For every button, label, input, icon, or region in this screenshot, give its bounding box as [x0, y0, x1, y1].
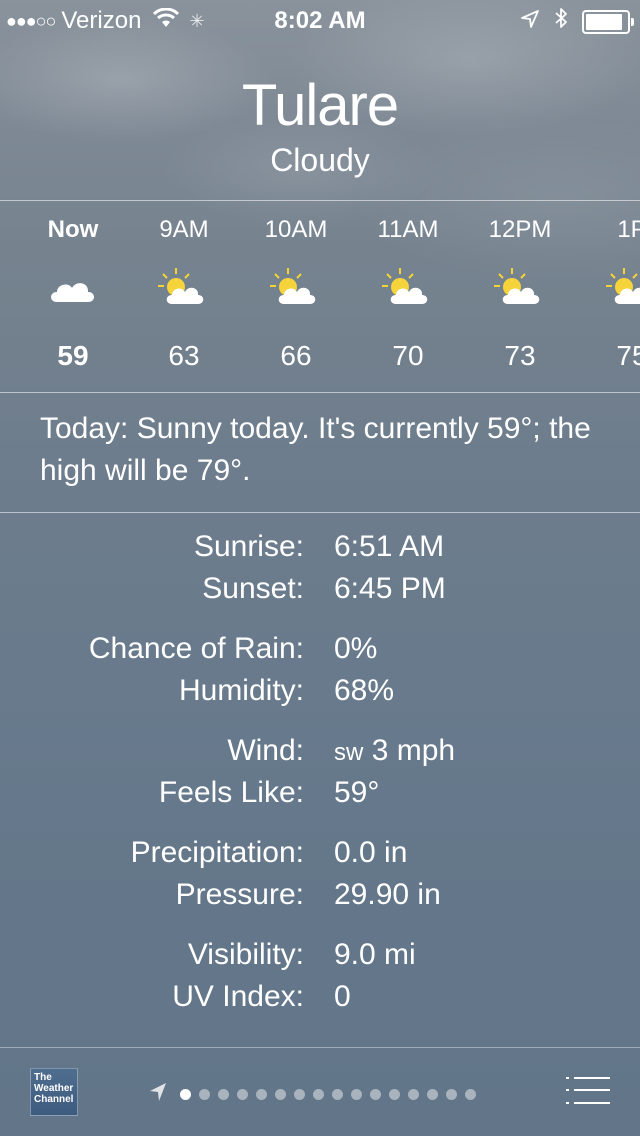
partly-sunny-icon [268, 266, 324, 310]
page-dot[interactable] [351, 1089, 362, 1100]
detail-label: Precipitation: [130, 836, 304, 869]
detail-label: Wind: [227, 734, 304, 767]
hour-temp: 70 [392, 340, 424, 371]
weather-channel-logo-button[interactable]: The Weather Channel [30, 1068, 78, 1116]
detail-value: sw 3 mph [334, 734, 455, 768]
bluetooth-icon [554, 6, 568, 37]
detail-value: 6:51 AM [334, 530, 445, 563]
partly-sunny-icon [380, 266, 436, 310]
page-dot[interactable] [332, 1089, 343, 1100]
detail-row-wind: Wind: sw 3 mph [0, 734, 640, 776]
page-dot[interactable] [370, 1089, 381, 1100]
detail-label: Pressure: [175, 878, 304, 911]
detail-value: 68% [334, 674, 395, 707]
page-dot[interactable] [199, 1089, 210, 1100]
page-dot[interactable] [256, 1089, 267, 1100]
hour-label: 10AM [264, 216, 328, 243]
page-dot[interactable] [218, 1089, 229, 1100]
city-list-icon[interactable] [566, 1076, 610, 1106]
detail-row-sunset: Sunset: 6:45 PM [0, 572, 640, 614]
page-dot[interactable] [237, 1089, 248, 1100]
hour-temp: 75 [616, 340, 640, 371]
detail-label: UV Index: [172, 980, 304, 1013]
page-dot[interactable] [446, 1089, 457, 1100]
logo-line: The [34, 1072, 52, 1083]
bottom-toolbar: The Weather Channel [0, 1048, 640, 1136]
city-name: Tulare [241, 73, 399, 138]
detail-value: 29.90 in [334, 878, 441, 911]
detail-label: Sunset: [202, 572, 304, 605]
detail-row-pressure: Pressure: 29.90 in [0, 878, 640, 920]
page-indicator[interactable] [148, 1081, 476, 1108]
page-dot[interactable] [427, 1089, 438, 1100]
hour-temp: 63 [168, 340, 200, 371]
detail-row-humidity: Humidity: 68% [0, 674, 640, 716]
page-dot[interactable] [275, 1089, 286, 1100]
wind-speed: 3 mph [371, 734, 456, 767]
status-bar: ●●●○○ Verizon ✳ 8:02 AM [0, 0, 640, 40]
page-dot[interactable] [408, 1089, 419, 1100]
hour-label: 1P [617, 216, 640, 243]
hour-temp: 73 [504, 340, 536, 371]
hourly-forecast[interactable]: Now 59 9AM 63 10AM 66 11AM 70 12PM 73 1P [0, 202, 640, 392]
partly-sunny-icon [492, 266, 548, 310]
detail-label: Feels Like: [158, 776, 304, 809]
detail-row-precipitation: Precipitation: 0.0 in [0, 836, 640, 878]
detail-label: Humidity: [178, 674, 304, 707]
partly-sunny-icon [604, 266, 640, 310]
page-dot[interactable] [180, 1089, 191, 1100]
detail-row-chance-of-rain: Chance of Rain: 0% [0, 632, 640, 674]
cloud-icon [45, 266, 101, 310]
detail-row-visibility: Visibility: 9.0 mi [0, 938, 640, 980]
daily-summary: Today: Sunny today. It's currently 59°; … [40, 412, 591, 487]
page-dot[interactable] [389, 1089, 400, 1100]
detail-value: 9.0 mi [334, 938, 416, 971]
detail-value: 59° [334, 776, 380, 809]
logo-line: Weather [34, 1083, 74, 1094]
hour-label: 9AM [159, 216, 209, 243]
hour-label: 12PM [488, 216, 552, 243]
detail-row-sunrise: Sunrise: 6:51 AM [0, 530, 640, 572]
current-condition: Cloudy [270, 142, 370, 178]
wind-direction: sw [334, 739, 364, 766]
detail-label: Chance of Rain: [88, 632, 304, 665]
logo-line: Channel [34, 1094, 74, 1105]
page-dot[interactable] [465, 1089, 476, 1100]
detail-value: 0.0 in [334, 836, 408, 869]
hour-label: 11AM [377, 216, 439, 243]
hour-temp: 66 [280, 340, 312, 371]
detail-row-feels-like: Feels Like: 59° [0, 776, 640, 818]
hour-temp: 59 [57, 340, 89, 371]
page-dot[interactable] [313, 1089, 324, 1100]
detail-value: 0% [334, 632, 378, 665]
partly-sunny-icon [156, 266, 212, 310]
page-dot[interactable] [294, 1089, 305, 1100]
location-arrow-icon [148, 1081, 168, 1108]
detail-value: 0 [334, 980, 351, 1013]
detail-value: 6:45 PM [334, 572, 446, 605]
divider [0, 392, 640, 393]
detail-label: Sunrise: [193, 530, 304, 563]
hour-label: Now [47, 216, 99, 243]
detail-label: Visibility: [187, 938, 304, 971]
location-arrow-icon [520, 8, 540, 36]
battery-icon [582, 9, 634, 34]
divider [0, 200, 640, 201]
detail-row-uv-index: UV Index: 0 [0, 980, 640, 1022]
divider [0, 512, 640, 513]
